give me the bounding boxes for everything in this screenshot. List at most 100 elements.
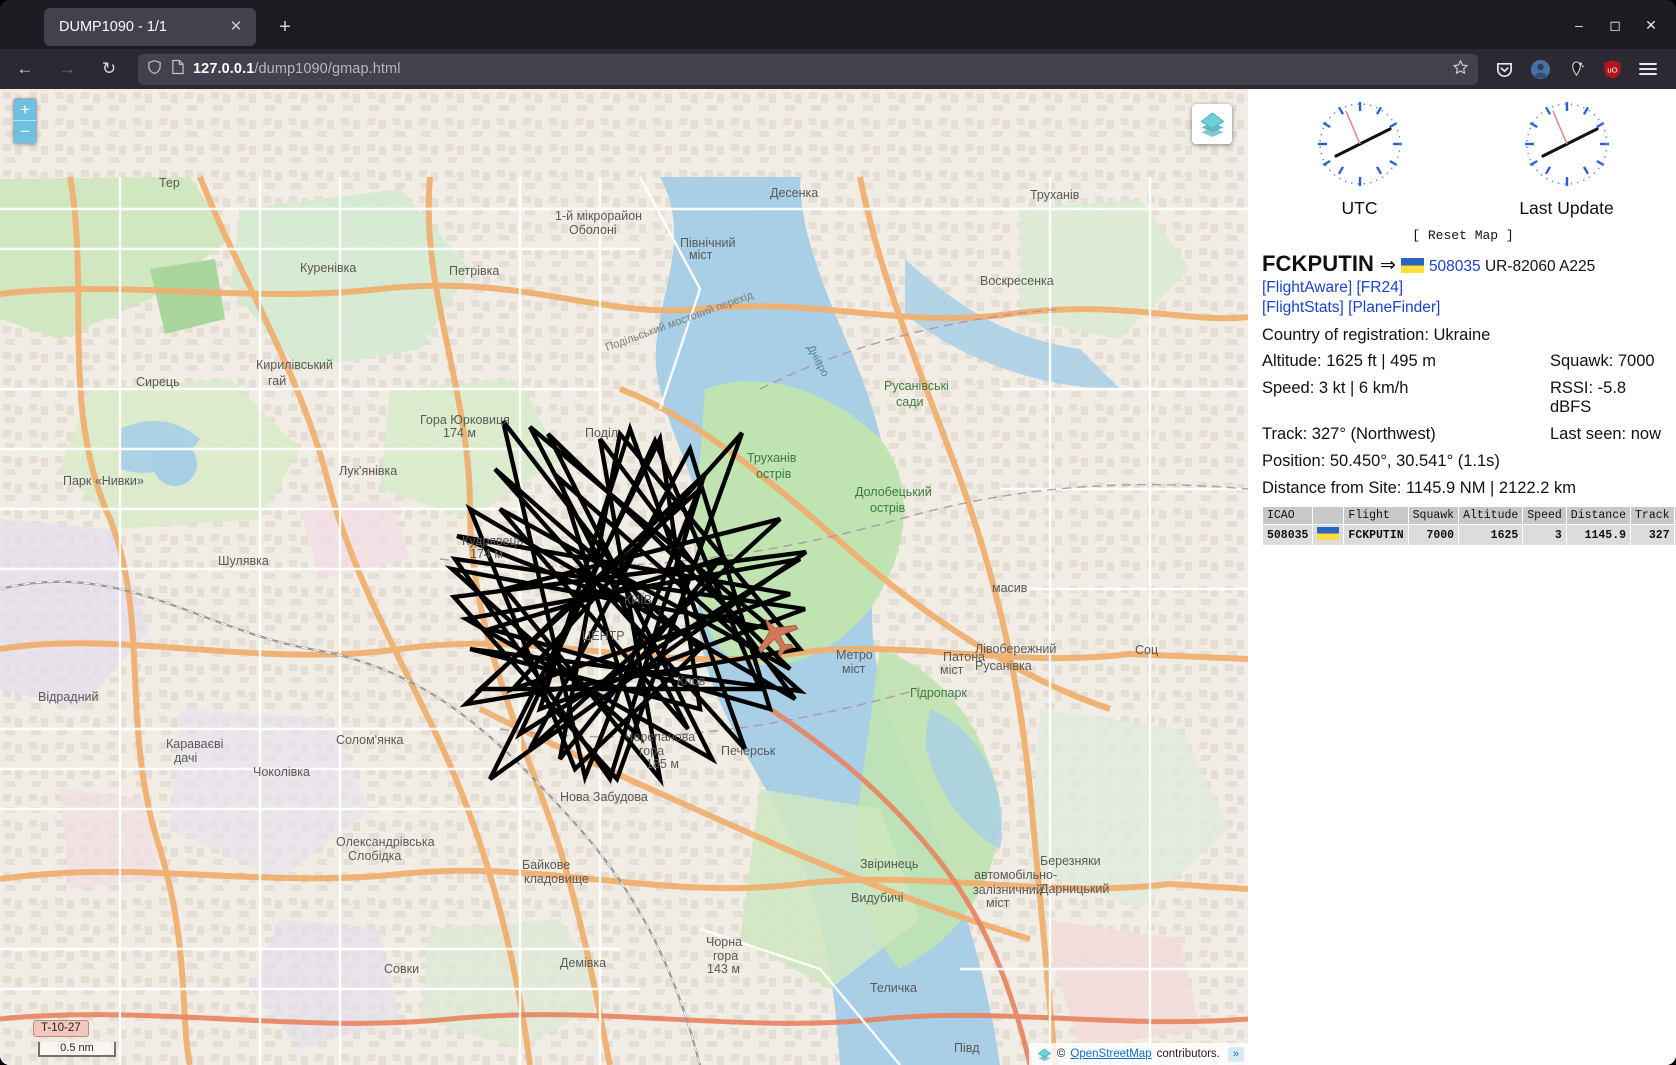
flightstats-link[interactable]: [FlightStats] [1262,299,1344,316]
cell-icao: 508035 [1261,524,1314,547]
reload-icon[interactable]: ↻ [92,54,126,84]
svg-text:Русанівські: Русанівські [884,379,949,393]
col-speed[interactable]: Speed [1522,506,1567,526]
zoom-in-button[interactable]: + [14,99,36,121]
tab-title: DUMP1090 - 1/1 [59,19,167,35]
attribution-suffix: contributors. [1156,1048,1220,1060]
arrow-icon: ⇒ [1380,255,1396,276]
svg-text:Долобецький: Долобецький [855,485,932,499]
address-bar[interactable]: 127.0.0.1/dump1090/gmap.html [138,53,1478,85]
svg-text:1-й мікрорайон: 1-й мікрорайон [555,209,642,223]
svg-text:Оболоні: Оболоні [569,223,617,237]
col-altitude[interactable]: Altitude [1458,506,1524,526]
account-avatar-icon[interactable] [1524,54,1556,84]
cell-altitude: 1625 [1458,524,1524,547]
fr24-link[interactable]: [FR24] [1356,279,1403,296]
col-squawk[interactable]: Squawk [1407,506,1460,526]
attribution-expand-button[interactable]: » [1227,1046,1244,1062]
window-close-button[interactable]: ✕ [1636,12,1666,40]
svg-text:сади: сади [896,395,923,409]
svg-text:Соц: Соц [1135,643,1158,657]
ublock-origin-icon[interactable]: uO [1596,54,1628,84]
svg-text:Метро: Метро [836,648,873,662]
reset-map-button[interactable]: [ Reset Map ] [1256,228,1670,243]
svg-text:Лук'янівка: Лук'янівка [339,464,397,478]
openstreetmap-link[interactable]: OpenStreetMap [1070,1048,1151,1060]
col-flag[interactable] [1312,506,1345,526]
close-icon[interactable]: ✕ [224,15,248,39]
pocket-icon[interactable] [1488,54,1520,84]
star-icon[interactable] [1452,59,1469,80]
svg-text:ЦЕНТР: ЦЕНТР [582,629,625,643]
back-icon[interactable]: ← [8,54,42,84]
map-layers-button[interactable] [1192,104,1232,144]
aircraft-type-code: A225 [1559,258,1596,275]
aircraft-links-row2: [FlightStats] [PlaneFinder] [1256,299,1670,317]
svg-text:Слобідка: Слобідка [348,849,401,863]
svg-text:міст: міст [689,248,713,262]
col-icao[interactable]: ICAO [1261,506,1314,526]
svg-text:Березняки: Березняки [1040,854,1101,868]
shield-icon[interactable] [147,59,162,79]
svg-text:дачі: дачі [174,751,197,765]
gnome-extension-icon[interactable] [1560,54,1592,84]
svg-text:гай: гай [268,374,286,388]
map-attribution: © OpenStreetMap contributors. » [1028,1043,1248,1065]
map-viewport[interactable]: Куренівка Петрівка Сирець Шулявка Відрад… [0,89,1248,1065]
map-scale: 0.5 nm [38,1042,116,1057]
table-row[interactable]: 508035 FCKPUTIN 7000 1625 3 1145.9 327 3… [1261,524,1676,547]
minimize-button[interactable]: – [1564,12,1594,40]
col-track[interactable]: Track [1630,506,1675,526]
svg-text:Півд: Півд [954,1041,980,1055]
cell-flag [1312,524,1345,547]
forward-icon[interactable]: → [50,54,84,84]
aircraft-icao-link[interactable]: 508035 [1429,258,1481,275]
utc-clock: UTC [1275,98,1445,219]
ukraine-flag-icon [1317,527,1340,541]
svg-text:міст: міст [940,663,964,677]
country-of-registration: Country of registration: Ukraine [1262,326,1491,345]
aircraft-table[interactable]: ICAO Flight Squawk Altitude Speed Distan… [1261,506,1676,547]
svg-text:Сирець: Сирець [136,375,180,389]
aircraft-callsign: FCKPUTIN [1262,251,1375,276]
svg-text:143 м: 143 м [707,962,740,976]
cell-squawk: 7000 [1407,524,1460,547]
last-seen-value: Last seen: now [1550,425,1661,444]
altitude-value: Altitude: 1625 ft | 495 m [1262,352,1436,371]
table-header-row: ICAO Flight Squawk Altitude Speed Distan… [1261,506,1676,526]
clock-face-icon [1524,102,1609,186]
url-host: 127.0.0.1 [193,61,255,77]
aircraft-header: FCKPUTIN ⇒ 508035 UR-82060 A225 [FlightAwa… [1256,250,1670,298]
col-flight[interactable]: Flight [1343,506,1409,526]
rssi-value: RSSI: -5.8 dBFS [1550,379,1627,417]
distance-from-site: Distance from Site: 1145.9 NM | 2122.2 k… [1262,479,1576,498]
svg-text:174 м: 174 м [470,547,503,561]
flightaware-link[interactable]: [FlightAware] [1262,279,1352,296]
svg-text:залізничний: залізничний [973,883,1043,897]
svg-text:Олександрівська: Олександрівська [336,835,435,849]
svg-text:міст: міст [986,896,1010,910]
last-update-clock: Last Update [1482,98,1652,219]
svg-text:гора: гора [639,744,664,758]
col-distance[interactable]: Distance [1565,506,1632,526]
svg-text:Чоколівка: Чоколівка [253,765,310,779]
svg-text:Труханів: Труханів [747,451,797,465]
svg-text:Видубичі: Видубичі [851,891,903,905]
browser-tab-dump1090[interactable]: DUMP1090 - 1/1 ✕ [44,8,256,46]
map-tiles: Куренівка Петрівка Сирець Шулявка Відрад… [0,89,1248,1065]
svg-text:Гідропарк: Гідропарк [910,686,967,700]
svg-text:Караваєві: Караваєві [166,737,223,751]
svg-text:гора: гора [713,949,738,963]
maximize-button[interactable]: ◻ [1600,12,1630,40]
site-label: T-10-27 [33,1020,89,1037]
zoom-out-button[interactable]: − [14,121,36,143]
planefinder-link[interactable]: [PlaneFinder] [1348,299,1440,316]
svg-text:автомобільно-: автомобільно- [974,868,1057,882]
browser-window: DUMP1090 - 1/1 ✕ + – ◻ ✕ ← → ↻ 127.0.0.1… [0,0,1676,1065]
new-tab-button[interactable]: + [270,13,300,43]
map-zoom-controls[interactable]: + − [13,98,37,144]
url-text: 127.0.0.1/dump1090/gmap.html [193,61,1446,77]
svg-text:Солом'янка: Солом'янка [336,733,403,747]
svg-text:Теличка: Теличка [870,981,917,995]
hamburger-menu-icon[interactable] [1632,54,1664,84]
